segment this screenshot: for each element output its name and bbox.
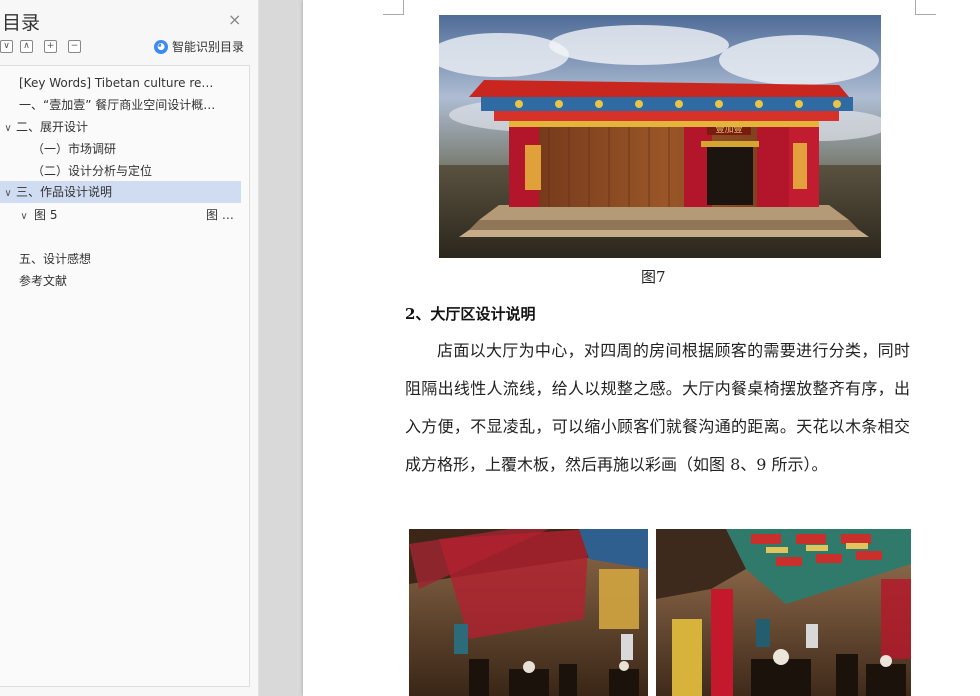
toc-item-label: [Key Words] Tibetan culture re… (19, 76, 214, 90)
toc-item-market-research[interactable]: （一）市场调研 (0, 138, 249, 160)
toc-item-label: 三、作品设计说明 (16, 185, 113, 199)
toc-toolbar: ∨ ∧ + − ◕ 智能识别目录 (0, 38, 252, 56)
toc-item-section-3[interactable]: ∨ 三、作品设计说明 (0, 181, 241, 203)
toc-item-design-analysis[interactable]: （二）设计分析与定位 (0, 160, 249, 182)
toc-item-label: 五、设计感想 (19, 252, 92, 266)
chevron-down-icon[interactable]: ∨ (0, 118, 16, 140)
toc-item-label: （二）设计分析与定位 (32, 164, 153, 178)
figure-7-caption: 图7 (641, 268, 666, 286)
add-item-button[interactable]: + (44, 40, 57, 53)
toc-item-label: 图 5 (34, 208, 58, 222)
collapse-all-button[interactable]: ∨ (0, 40, 13, 53)
expand-up-button[interactable]: ∧ (20, 40, 33, 53)
toc-item-references[interactable]: 参考文献 (0, 270, 249, 292)
chevron-down-icon[interactable]: ∨ (16, 206, 32, 228)
section-heading: 2、大厅区设计说明 (405, 305, 536, 323)
toc-item-section-1[interactable]: 一、“壹加壹” 餐厅商业空间设计概… (0, 94, 249, 116)
toc-item-label: （一）市场调研 (32, 142, 117, 156)
toc-list: [Key Words] Tibetan culture re… 一、“壹加壹” … (0, 65, 250, 687)
toc-item-label: 一、“壹加壹” 餐厅商业空间设计概… (19, 98, 216, 112)
chevron-down-icon[interactable]: ∨ (0, 183, 16, 205)
toc-item-label: 参考文献 (19, 274, 68, 288)
toc-item-section-5[interactable]: 五、设计感想 (0, 248, 249, 270)
figure-9-image (656, 529, 911, 696)
margin-corner-mark (383, 0, 404, 15)
remove-item-button[interactable]: − (68, 40, 81, 53)
close-icon[interactable]: × (228, 10, 241, 29)
toc-item-suffix: 图 … (206, 208, 234, 222)
toc-item-section-2[interactable]: ∨ 二、展开设计 (0, 116, 249, 138)
figure-8-image (409, 529, 648, 696)
smart-toc-button[interactable]: ◕ 智能识别目录 (154, 38, 244, 55)
toc-title: 目录 (2, 12, 41, 34)
ai-icon: ◕ (154, 39, 168, 54)
smart-toc-label: 智能识别目录 (172, 40, 245, 54)
figure-7-image: 壹加壹 (439, 15, 881, 258)
toc-item-figure-5[interactable]: ∨ 图 5 图 … (0, 204, 249, 226)
toc-sidebar: 目录 × ∨ ∧ + − ◕ 智能识别目录 [Key Words] Tibeta… (0, 0, 259, 696)
margin-corner-mark (915, 0, 936, 15)
toc-item-label: 二、展开设计 (16, 120, 89, 134)
toc-item-keywords[interactable]: [Key Words] Tibetan culture re… (0, 72, 249, 94)
body-paragraph: 店面以大厅为中心，对四周的房间根据顾客的需要进行分类，同时阻隔出线性人流线，给人… (405, 341, 910, 474)
